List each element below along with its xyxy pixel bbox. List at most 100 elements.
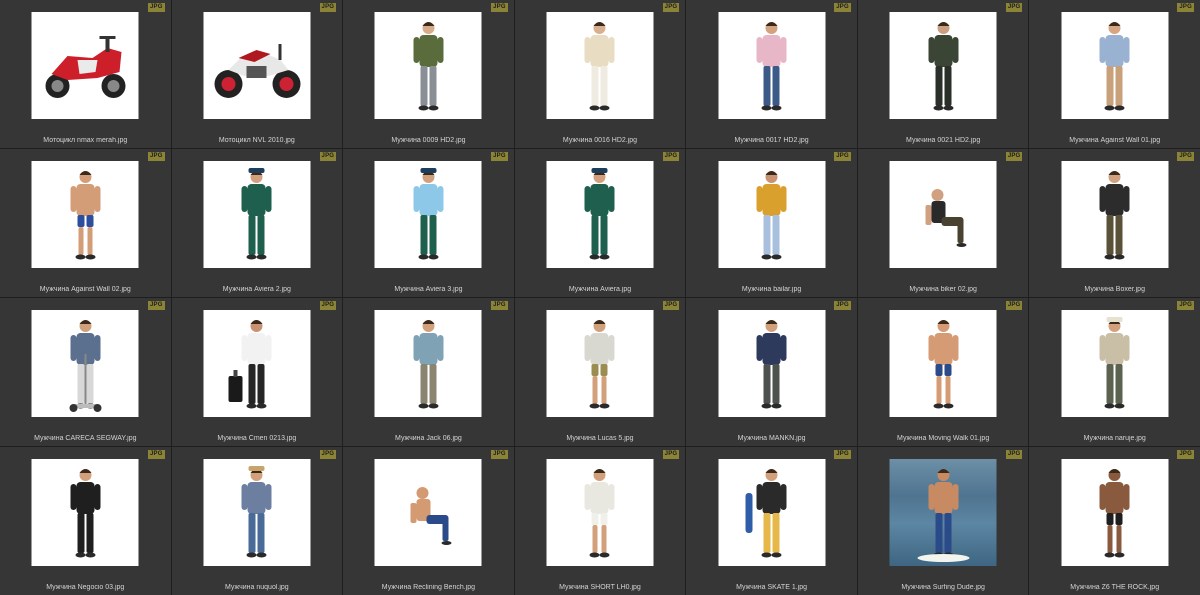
file-thumbnail[interactable]: JPG Мужчина Against Wall 01.jpg [1029,0,1200,148]
file-name[interactable]: Мотоцикл NVL 2010.jpg [172,137,343,144]
file-thumbnail[interactable]: JPG Мужчина 0017 HD2.jpg [686,0,857,148]
file-type-badge: JPG [662,3,680,12]
thumbnail-image[interactable] [546,310,654,417]
file-thumbnail[interactable]: JPG Мужчина Z6 THE ROCK.jpg [1029,447,1200,595]
file-name[interactable]: Мужчина Cmen 0213.jpg [172,435,343,442]
thumbnail-image[interactable] [889,12,997,119]
thumbnail-image[interactable] [31,459,139,566]
file-name[interactable]: Мужчина Lucas 5.jpg [515,435,686,442]
file-type-badge: JPG [1005,3,1023,12]
thumbnail-image[interactable] [1061,459,1169,566]
file-name[interactable]: Мужчина MANKN.jpg [686,435,857,442]
file-name[interactable]: Мужчина Z6 THE ROCK.jpg [1029,584,1200,591]
file-type-badge: JPG [662,152,680,161]
person-figure-image [70,468,101,557]
file-thumbnail[interactable]: JPG Мужчина Aviera 3.jpg [343,149,514,297]
file-name[interactable]: Мужчина Aviera 3.jpg [343,286,514,293]
thumbnail-image[interactable] [203,161,311,268]
file-thumbnail[interactable]: JPG Мужчина nuquol.jpg [171,447,343,595]
file-thumbnail[interactable]: JPG Мужчина 0016 HD2.jpg [514,0,686,148]
file-name[interactable]: Мужчина biker 02.jpg [858,286,1029,293]
file-thumbnail[interactable]: JPG Мужчина 0021 HD2.jpg [857,0,1029,148]
file-thumbnail[interactable]: JPG Мужчина Lucas 5.jpg [514,298,686,446]
file-name[interactable]: Мужчина nuquol.jpg [172,584,343,591]
file-thumbnail[interactable]: JPG Мотоцикл NVL 2010.jpg [171,0,343,148]
file-name[interactable]: Мужчина 0021 HD2.jpg [858,137,1029,144]
file-thumbnail[interactable]: JPG Мужчина Surfing Dude.jpg [857,447,1029,595]
thumbnail-image[interactable] [31,310,139,417]
file-type-badge: JPG [1005,301,1023,310]
file-name[interactable]: Мужчина Moving Walk 01.jpg [858,435,1029,442]
thumbnail-image[interactable] [31,12,139,119]
file-name[interactable]: Мужчина 0016 HD2.jpg [515,137,686,144]
thumbnail-image[interactable] [374,459,482,566]
thumbnail-image[interactable] [374,310,482,417]
file-name[interactable]: Мужчина Negocio 03.jpg [0,584,171,591]
thumbnail-image[interactable] [1061,12,1169,119]
file-thumbnail[interactable]: JPG Мужчина Jack 06.jpg [343,298,514,446]
thumbnail-image[interactable] [889,310,997,417]
file-thumbnail[interactable]: JPG Мужчина SHORT LH0.jpg [514,447,686,595]
thumbnail-image[interactable] [718,459,826,566]
file-name[interactable]: Мужчина Against Wall 01.jpg [1029,137,1200,144]
thumbnail-image[interactable] [718,12,826,119]
thumbnail-image[interactable] [546,12,654,119]
file-name[interactable]: Мужчина Surfing Dude.jpg [858,584,1029,591]
thumbnail-image[interactable] [546,459,654,566]
file-type-badge: JPG [662,301,680,310]
thumbnail-image[interactable] [1061,310,1169,417]
file-name[interactable]: Мотоцикл nmax merah.jpg [0,137,171,144]
file-thumbnail[interactable]: JPG Мужчина Moving Walk 01.jpg [857,298,1029,446]
file-thumbnail[interactable]: JPG Мужчина CARECA SEGWAY.jpg [0,298,171,446]
file-name[interactable]: Мужчина Aviera 2.jpg [172,286,343,293]
file-thumbnail[interactable]: JPG Мужчина Cmen 0213.jpg [171,298,343,446]
person-figure-image [70,170,101,259]
file-name[interactable]: Мужчина Against Wall 02.jpg [0,286,171,293]
file-thumbnail[interactable]: JPG Мужчина Aviera.jpg [514,149,686,297]
file-name[interactable]: Мужчина Reclining Bench.jpg [343,584,514,591]
thumbnail-image[interactable] [374,161,482,268]
thumbnail-image[interactable] [203,12,311,119]
file-thumbnail[interactable]: JPG Мотоцикл nmax merah.jpg [0,0,171,148]
file-thumbnail[interactable]: JPG Мужчина Negocio 03.jpg [0,447,171,595]
file-name[interactable]: Мужчина Jack 06.jpg [343,435,514,442]
file-name[interactable]: Мужчина CARECA SEGWAY.jpg [0,435,171,442]
person-figure-image [241,465,272,557]
thumbnail-image[interactable] [31,161,139,268]
person-figure-image [756,319,787,408]
person-figure-image [1099,21,1130,110]
file-type-badge: JPG [319,152,337,161]
thumbnail-image[interactable] [374,12,482,119]
file-thumbnail[interactable]: JPG Мужчина MANKN.jpg [686,298,857,446]
thumbnail-image[interactable] [203,310,311,417]
file-name[interactable]: Мужчина 0017 HD2.jpg [686,137,857,144]
file-thumbnail[interactable]: JPG Мужчина Reclining Bench.jpg [343,447,514,595]
file-thumbnail[interactable]: JPG Мужчина Aviera 2.jpg [171,149,343,297]
thumbnail-image[interactable] [889,459,997,566]
thumbnail-image[interactable] [203,459,311,566]
file-thumbnail[interactable]: JPG Мужчина Against Wall 02.jpg [0,149,171,297]
thumbnail-image[interactable] [889,161,997,268]
file-name[interactable]: Мужчина SHORT LH0.jpg [515,584,686,591]
file-name[interactable]: Мужчина bailar.jpg [686,286,857,293]
file-thumbnail[interactable]: JPG Мужчина Boxer.jpg [1029,149,1200,297]
file-type-badge: JPG [147,450,165,459]
file-name[interactable]: Мужчина 0009 HD2.jpg [343,137,514,144]
thumbnail-image[interactable] [718,161,826,268]
file-thumbnail[interactable]: JPG Мужчина naruje.jpg [1029,298,1200,446]
file-name[interactable]: Мужчина Aviera.jpg [515,286,686,293]
file-type-badge: JPG [147,3,165,12]
file-thumbnail[interactable]: JPG Мужчина biker 02.jpg [857,149,1029,297]
motorcycle-image [45,35,126,98]
file-name[interactable]: Мужчина naruje.jpg [1029,435,1200,442]
thumbnail-image[interactable] [546,161,654,268]
person-figure-image [584,21,615,110]
thumbnail-image[interactable] [718,310,826,417]
person-figure-image [745,468,787,557]
file-name[interactable]: Мужчина SKATE 1.jpg [686,584,857,591]
thumbnail-image[interactable] [1061,161,1169,268]
file-name[interactable]: Мужчина Boxer.jpg [1029,286,1200,293]
file-thumbnail[interactable]: JPG Мужчина bailar.jpg [686,149,857,297]
file-thumbnail[interactable]: JPG Мужчина SKATE 1.jpg [686,447,857,595]
file-thumbnail[interactable]: JPG Мужчина 0009 HD2.jpg [343,0,514,148]
